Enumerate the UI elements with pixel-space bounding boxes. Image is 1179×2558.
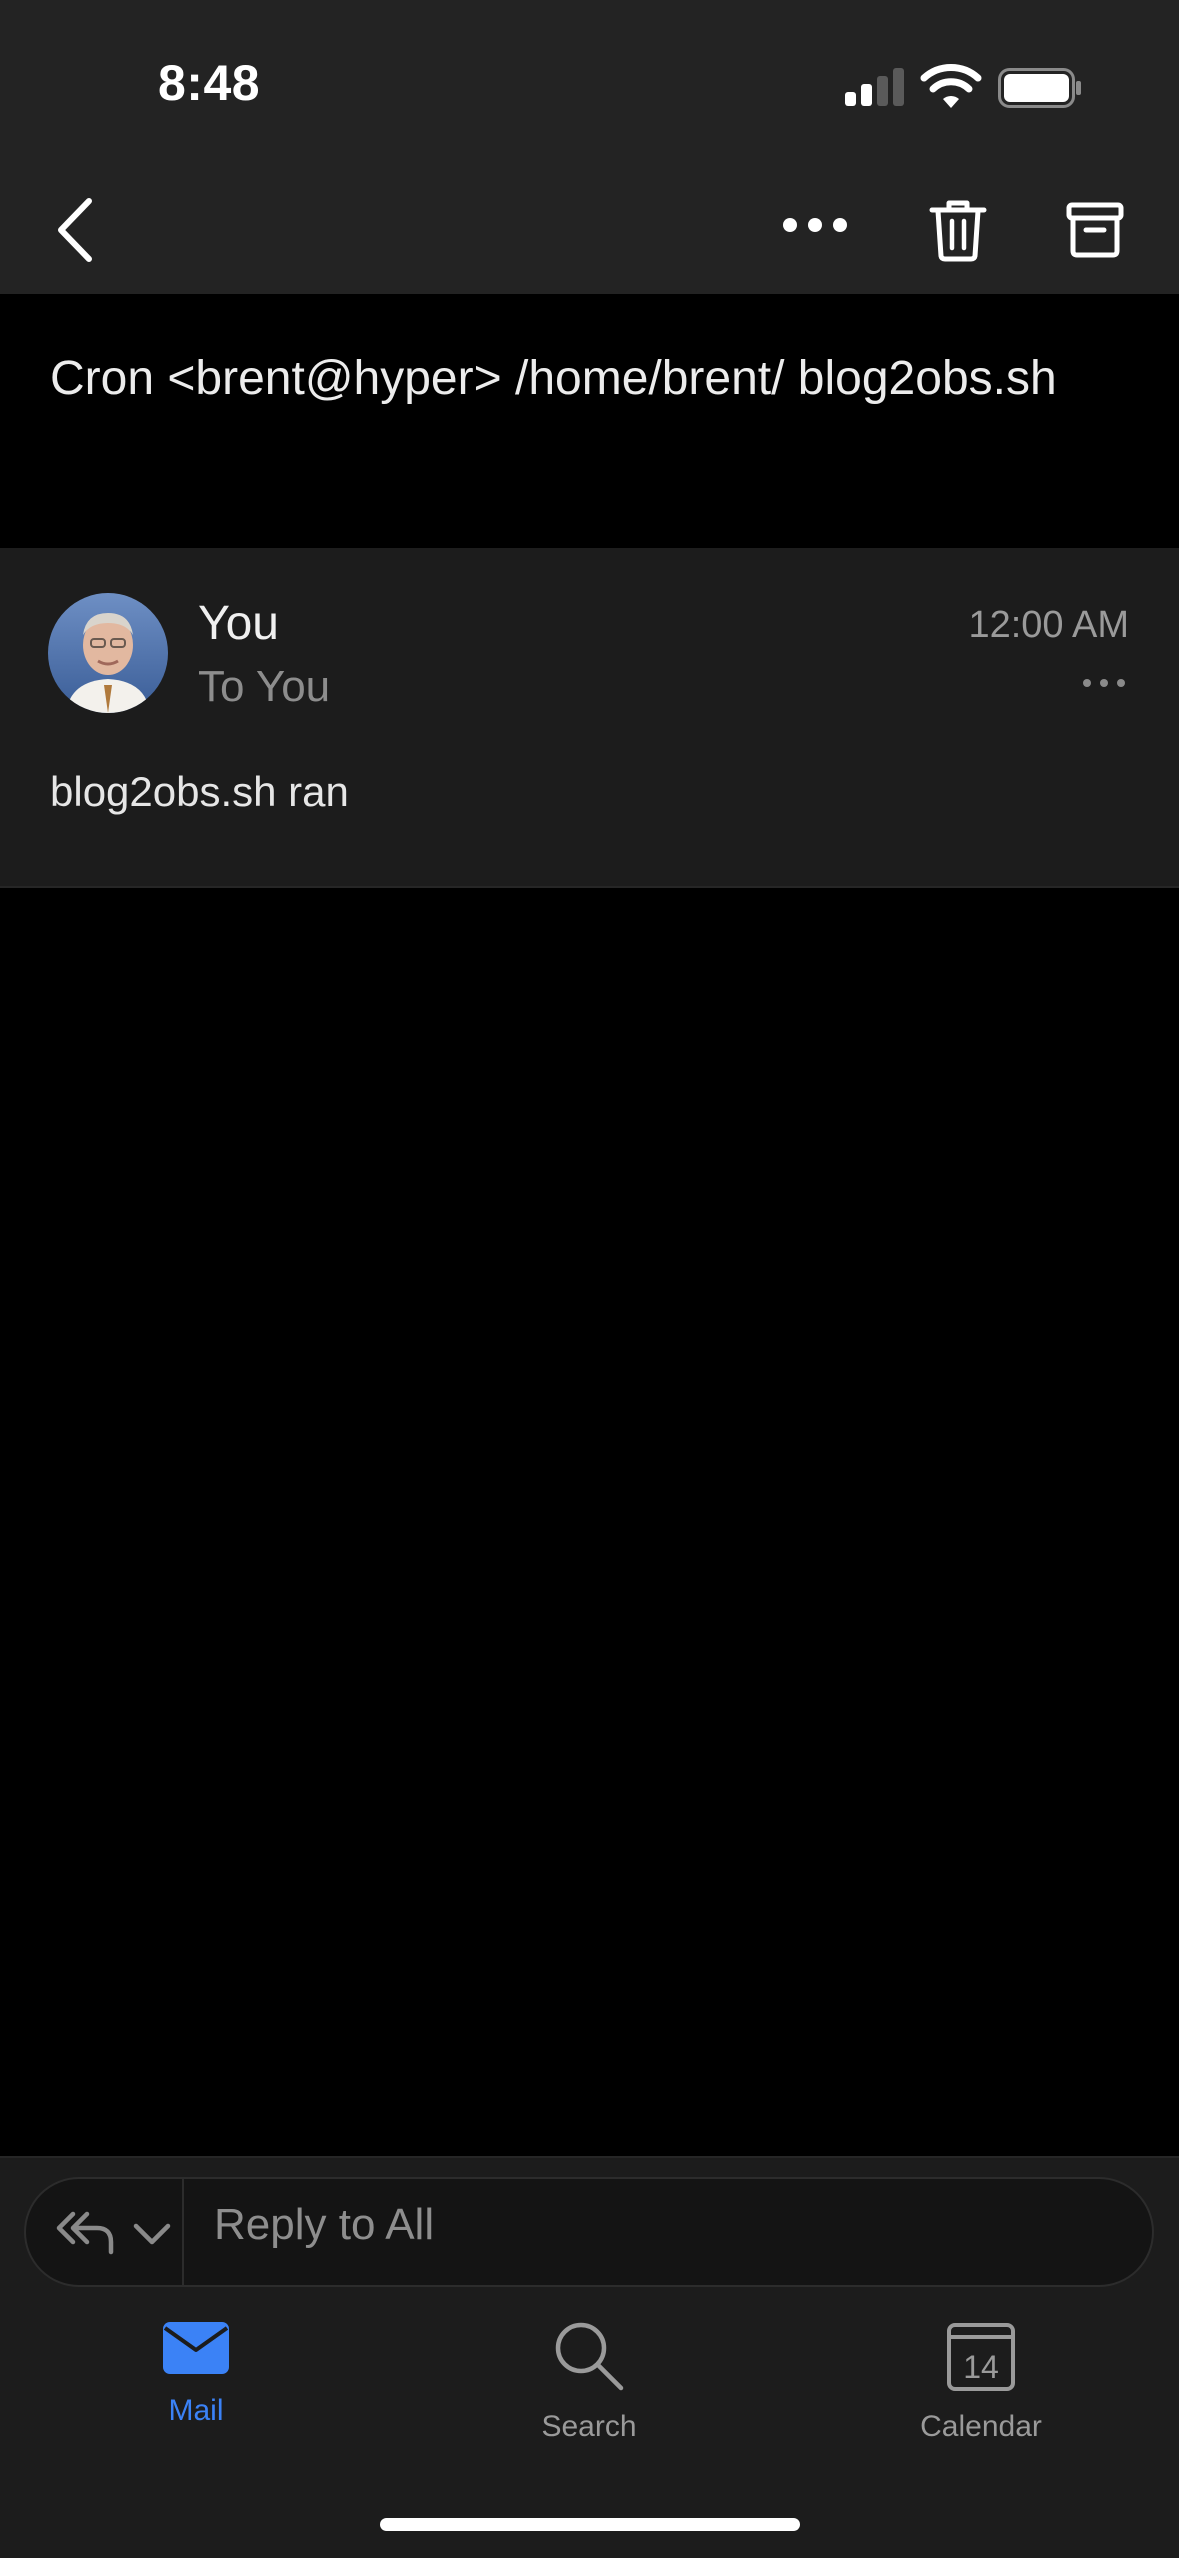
message-card[interactable]: [0, 550, 1179, 888]
calendar-icon: 14: [947, 2323, 1015, 2391]
signal-icon: [845, 68, 904, 106]
delete-button[interactable]: [920, 190, 995, 270]
tab-calendar-label: Calendar: [920, 2410, 1042, 2443]
reply-divider: [182, 2178, 184, 2286]
status-time: 8:48: [158, 55, 261, 111]
message-more-button[interactable]: [1079, 668, 1129, 698]
reply-all-button[interactable]: [55, 2208, 115, 2258]
message-time: 12:00 AM: [968, 604, 1129, 646]
message-body: blog2obs.sh ran: [50, 768, 349, 815]
tab-mail-label: Mail: [168, 2394, 224, 2427]
recipient-line: To You: [198, 662, 331, 711]
tab-search-label: Search: [541, 2410, 637, 2443]
reply-all-icon: [56, 2211, 114, 2255]
email-subject: Cron <brent@hyper> /home/brent/ blog2obs…: [50, 352, 1057, 405]
chevron-down-icon: [133, 2223, 171, 2245]
trash-icon: [929, 200, 986, 262]
top-bar: [0, 0, 1179, 294]
tab-calendar[interactable]: 14 Calendar: [881, 2320, 1081, 2470]
more-icon: [1083, 679, 1125, 687]
wifi-icon: [920, 64, 982, 108]
home-indicator: [380, 2518, 800, 2531]
subject-header: [0, 294, 1179, 550]
reply-input[interactable]: Reply to All: [214, 2200, 434, 2250]
search-icon: [555, 2322, 624, 2391]
calendar-date: 14: [963, 2349, 999, 2385]
chevron-left-icon: [58, 198, 92, 262]
mail-icon: [163, 2322, 229, 2374]
sender-name: You: [198, 597, 279, 650]
reply-options-button[interactable]: [130, 2216, 174, 2252]
tab-search[interactable]: Search: [489, 2320, 689, 2470]
reply-bar[interactable]: [24, 2177, 1154, 2287]
avatar[interactable]: [48, 593, 168, 713]
archive-button[interactable]: [1055, 190, 1135, 270]
back-button[interactable]: [40, 190, 110, 270]
archive-icon: [1066, 202, 1124, 258]
avatar-photo: [48, 593, 168, 713]
more-options-button[interactable]: [770, 195, 860, 255]
battery-icon: [998, 68, 1081, 108]
tab-mail[interactable]: Mail: [96, 2320, 296, 2470]
more-icon: [783, 218, 847, 232]
